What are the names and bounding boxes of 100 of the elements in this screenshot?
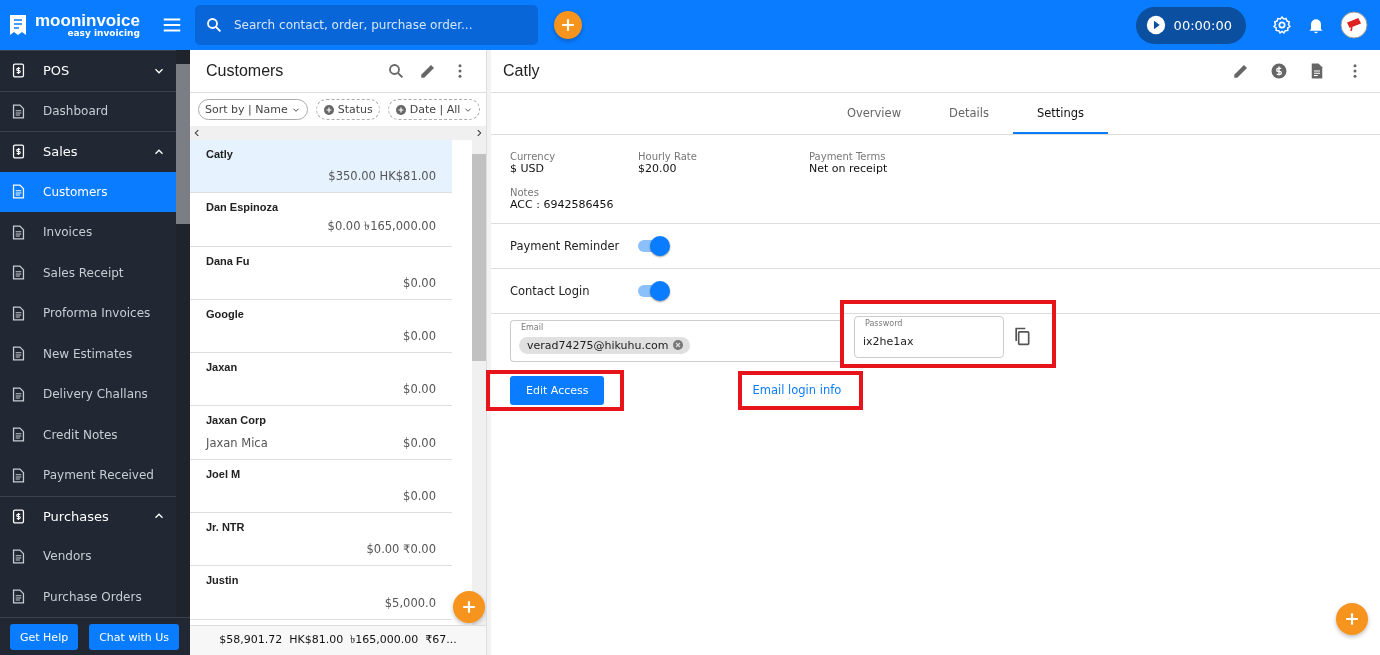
document-icon bbox=[10, 426, 27, 444]
add-button[interactable] bbox=[554, 11, 582, 39]
sidebar-item[interactable]: Payment Received bbox=[0, 455, 176, 496]
scroll-left-icon[interactable] bbox=[192, 128, 202, 138]
search-icon bbox=[205, 16, 223, 34]
customer-amount: $5,000.0 bbox=[384, 595, 436, 610]
customer-row[interactable]: Dan Espinoza $0.00 ৳165,000.00 bbox=[190, 193, 452, 247]
customer-name: Justin bbox=[206, 574, 240, 587]
sidebar-item[interactable]: Credit Notes bbox=[0, 414, 176, 455]
customer-row[interactable]: Justin $5,000.0 bbox=[190, 566, 452, 620]
search-field[interactable]: Search contact, order, purchase order... bbox=[195, 5, 538, 45]
sidebar-item[interactable]: Sales Receipt bbox=[0, 252, 176, 293]
customer-amount: $350.00 HK$81.00 bbox=[328, 169, 436, 184]
customer-row[interactable]: Joel M $0.00 bbox=[190, 459, 452, 514]
field-value: $20.00 bbox=[638, 162, 678, 175]
field-label: Payment Terms bbox=[809, 151, 887, 162]
list-title: Customers bbox=[206, 62, 285, 80]
document-icon bbox=[10, 547, 27, 565]
customer-amount: $0.00 bbox=[403, 489, 436, 504]
password-field[interactable]: Password ix2he1ax bbox=[854, 316, 1004, 358]
document-icon bbox=[10, 304, 27, 322]
customer-row[interactable]: Google $0.00 bbox=[190, 299, 452, 354]
logo-tagline: easy invoicing bbox=[67, 29, 140, 38]
settings-icon[interactable] bbox=[1272, 15, 1292, 35]
tab[interactable]: Details bbox=[925, 93, 1013, 134]
field-label: Notes bbox=[510, 187, 540, 198]
toggle-label: Payment Reminder bbox=[510, 239, 621, 253]
totals-text: $58,901.72 HK$81.00 ৳165,000.00 ₹67... bbox=[219, 632, 457, 648]
scrollbar-thumb[interactable] bbox=[472, 154, 486, 361]
customer-name: Dan Espinoza bbox=[206, 201, 280, 214]
help-button[interactable]: Get Help bbox=[10, 624, 79, 650]
tab[interactable]: Overview bbox=[822, 93, 926, 134]
customer-name: Catly bbox=[206, 148, 234, 160]
customer-name: Jaxan Corp bbox=[206, 414, 267, 427]
edit-access-button[interactable]: Edit Access bbox=[510, 376, 605, 405]
email-login-link[interactable]: Email login info bbox=[752, 383, 842, 397]
field-label: Currency bbox=[510, 151, 557, 162]
sidebar-item[interactable]: Delivery Challans bbox=[0, 374, 176, 415]
dollar-document-icon bbox=[10, 143, 27, 161]
customer-amount: $0.00 ৳165,000.00 bbox=[327, 217, 436, 235]
scrollbar-thumb[interactable] bbox=[176, 64, 190, 224]
customer-row[interactable]: Jaxan Corp Jaxan Mica $0.00 bbox=[190, 406, 452, 460]
pencil-icon[interactable] bbox=[1232, 62, 1250, 80]
tab[interactable]: Settings bbox=[1012, 93, 1109, 134]
sidebar-item[interactable]: Customers bbox=[0, 171, 176, 212]
customer-row[interactable]: Dana Fu $0.00 bbox=[190, 246, 452, 300]
toggle-label: Contact Login bbox=[510, 284, 591, 298]
sidebar-item[interactable]: Vendors bbox=[0, 536, 176, 577]
search-icon[interactable] bbox=[387, 62, 405, 80]
plus-circle-icon bbox=[322, 103, 335, 116]
help-button[interactable]: Chat with Us bbox=[89, 624, 179, 650]
document-icon bbox=[10, 183, 27, 201]
copy-icon[interactable] bbox=[1012, 326, 1032, 346]
document-icon bbox=[10, 466, 27, 484]
scroll-right-icon[interactable] bbox=[474, 128, 484, 138]
filter-chip[interactable]: Sort by | Name bbox=[198, 99, 308, 120]
email-chip: verad74275@hikuhu.com bbox=[519, 336, 691, 354]
field-value: Net on receipt bbox=[809, 162, 888, 175]
sidebar-item[interactable]: Invoices bbox=[0, 212, 176, 253]
field-value: ACC : 6942586456 bbox=[510, 198, 615, 211]
customer-amount: $0.00 bbox=[403, 382, 436, 397]
document-icon bbox=[10, 345, 27, 363]
document-icon bbox=[10, 264, 27, 282]
dollar-circle-icon[interactable] bbox=[1270, 62, 1288, 80]
customer-name: Google bbox=[206, 307, 245, 320]
customer-row[interactable]: Jaxan $0.00 bbox=[190, 353, 452, 407]
avatar-icon[interactable] bbox=[1340, 11, 1368, 39]
customer-name: Jaxan bbox=[206, 361, 239, 374]
dollar-document-icon bbox=[10, 507, 27, 525]
document-icon bbox=[10, 385, 27, 403]
timer-button[interactable]: 00:00:00 bbox=[1135, 6, 1246, 44]
play-icon bbox=[1145, 15, 1166, 35]
customer-row[interactable]: Catly $350.00 HK$81.00 bbox=[190, 140, 452, 194]
contact-name: Jaxan Mica bbox=[206, 435, 268, 450]
filter-chip[interactable]: Date | All bbox=[387, 99, 481, 120]
logo-name: mooninvoice bbox=[35, 12, 140, 29]
customer-amount: $0.00 bbox=[403, 275, 436, 290]
customer-amount: $0.00 bbox=[403, 435, 436, 450]
customer-amount: $0.00 ₹0.00 bbox=[366, 542, 436, 557]
dollar-document-icon bbox=[10, 62, 27, 80]
plus-circle-icon bbox=[394, 103, 407, 116]
customer-row[interactable]: Jr. NTR $0.00 ₹0.00 bbox=[190, 513, 452, 567]
sidebar-item[interactable]: Proforma Invoices bbox=[0, 293, 176, 334]
search-input[interactable]: Search contact, order, purchase order... bbox=[232, 17, 528, 33]
field-value: $ USD bbox=[510, 162, 545, 175]
email-field[interactable]: Email verad74275@hikuhu.com bbox=[510, 320, 840, 362]
field-label: Email bbox=[519, 323, 546, 332]
filter-chip[interactable]: Status bbox=[315, 99, 380, 120]
remove-icon[interactable] bbox=[672, 339, 685, 351]
pencil-icon[interactable] bbox=[419, 62, 437, 80]
field-label: Password bbox=[863, 319, 905, 328]
field-label: Hourly Rate bbox=[638, 151, 698, 162]
customer-name: Joel M bbox=[206, 467, 242, 480]
document-icon bbox=[10, 223, 27, 241]
customer-name: Dana Fu bbox=[206, 254, 251, 267]
sidebar-item[interactable]: New Estimates bbox=[0, 333, 176, 374]
sidebar-item[interactable]: Purchase Orders bbox=[0, 576, 176, 617]
customer-title: Catly bbox=[503, 62, 540, 80]
document-icon bbox=[10, 102, 27, 120]
customer-amount: $0.00 bbox=[403, 329, 436, 344]
